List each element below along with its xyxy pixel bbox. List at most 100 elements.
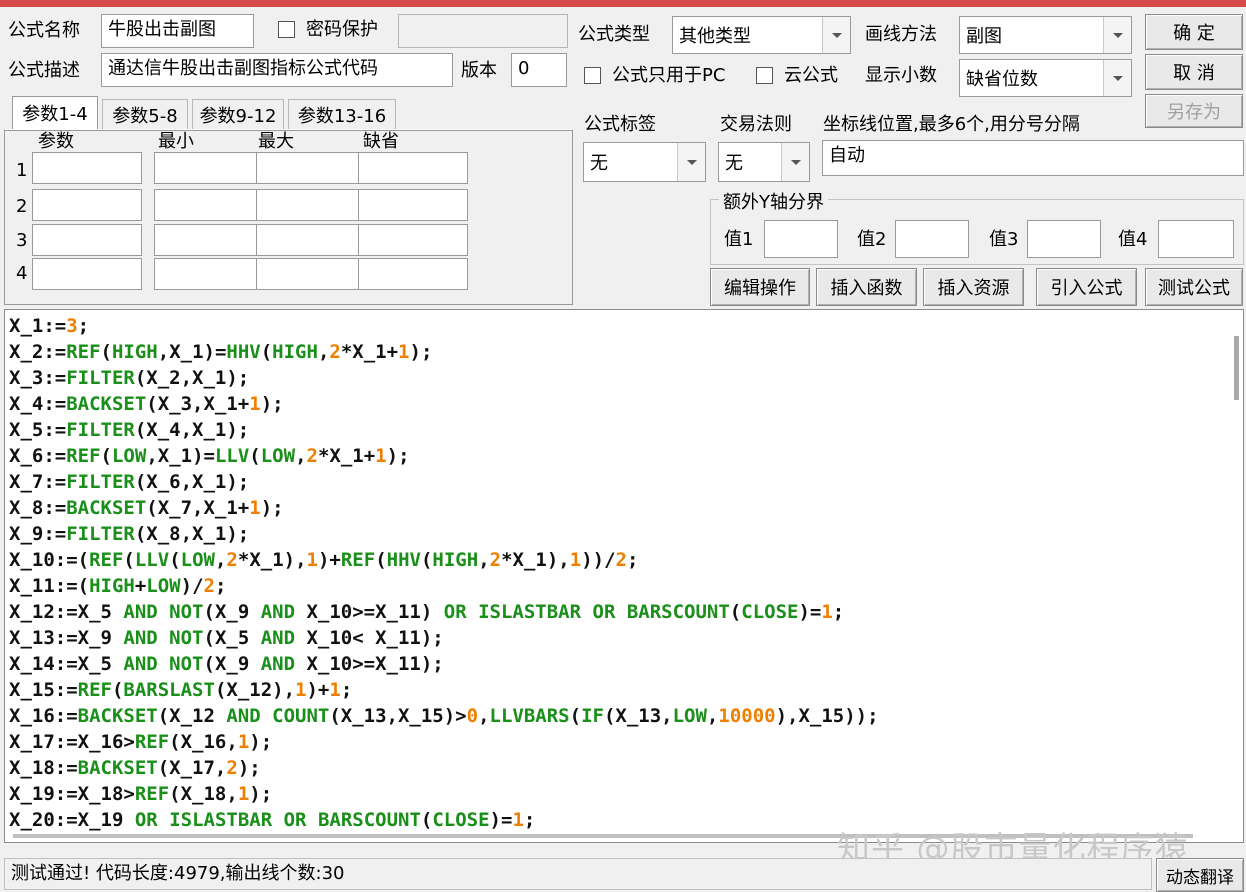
param-2-default[interactable]: [358, 189, 468, 221]
cloud-checkbox[interactable]: [756, 67, 773, 84]
axis-lines-input[interactable]: 自动: [822, 140, 1244, 176]
tab-params-5-8[interactable]: 参数5-8: [102, 99, 188, 129]
code-number: 2: [306, 445, 318, 467]
code-text: (: [375, 549, 387, 571]
password-checkbox[interactable]: [278, 21, 295, 38]
code-text: )+: [306, 679, 330, 701]
formula-tag-select[interactable]: 无: [583, 142, 706, 182]
chevron-down-icon[interactable]: [781, 143, 809, 181]
code-text: )+: [317, 549, 341, 571]
code-text: (: [100, 445, 112, 467]
code-text: ;: [626, 549, 639, 571]
axis-lines-label: 坐标线位置,最多6个,用分号分隔: [823, 114, 1080, 135]
tab-params-13-16[interactable]: 参数13-16: [288, 99, 396, 129]
code-text: X_2:=: [9, 341, 67, 363]
code-text: (X_18,: [169, 783, 238, 805]
formula-name-input[interactable]: 牛股出击副图: [101, 14, 254, 48]
y-value-1-input[interactable]: [764, 220, 838, 258]
tab-params-9-12[interactable]: 参数9-12: [192, 99, 284, 129]
edit-operations-button[interactable]: 编辑操作: [710, 268, 810, 306]
param-4-min[interactable]: [154, 258, 264, 290]
dynamic-translate-button[interactable]: 动态翻译: [1156, 858, 1244, 892]
code-line: X_9:=FILTER(X_8,X_1);: [9, 521, 879, 547]
chevron-down-icon[interactable]: [822, 17, 850, 53]
code-keyword: AND: [260, 653, 296, 675]
code-number: 1: [375, 445, 387, 467]
y-value-4-input[interactable]: [1158, 220, 1234, 258]
param-col-max: 最大: [258, 131, 294, 152]
y-value-3-input[interactable]: [1027, 220, 1101, 258]
param-2-name[interactable]: [32, 189, 142, 221]
param-row-3-label: 3: [16, 230, 28, 251]
param-1-name[interactable]: [32, 152, 142, 184]
code-content[interactable]: X_1:=3; X_2:=REF(HIGH,X_1)=HHV(HIGH,2*X_1…: [9, 313, 879, 833]
decimals-select[interactable]: 缺省位数: [959, 59, 1132, 97]
import-formula-button[interactable]: 引入公式: [1036, 268, 1137, 306]
code-keyword: AND: [260, 627, 296, 649]
code-number: 0: [466, 705, 479, 727]
code-line: X_14:=X_5 AND NOT(X_9 AND X_10>=X_11);: [9, 651, 879, 677]
param-3-max[interactable]: [256, 224, 366, 256]
param-2-min[interactable]: [154, 189, 264, 221]
param-3-name[interactable]: [32, 224, 142, 256]
code-text: X_14:=X_5: [9, 653, 124, 675]
extra-y-axis-title: 额外Y轴分界: [719, 188, 828, 214]
version-input[interactable]: 0: [511, 53, 567, 87]
code-text: ,: [317, 341, 330, 363]
draw-method-select[interactable]: 副图: [959, 16, 1132, 54]
param-3-default[interactable]: [358, 224, 468, 256]
save-as-button[interactable]: 另存为: [1145, 94, 1243, 128]
param-4-name[interactable]: [32, 258, 142, 290]
code-line: X_5:=FILTER(X_4,X_1);: [9, 417, 879, 443]
code-text: X_3:=: [9, 367, 67, 389]
tab-params-1-4[interactable]: 参数1-4: [12, 96, 98, 129]
code-text: (: [169, 549, 181, 571]
cloud-label: 云公式: [784, 65, 838, 86]
y-value-2-input[interactable]: [895, 220, 969, 258]
code-text: )/: [180, 575, 204, 597]
chevron-down-icon[interactable]: [1103, 17, 1131, 53]
vertical-scrollbar[interactable]: [1234, 336, 1239, 400]
chevron-down-icon[interactable]: [677, 143, 705, 181]
code-text: X_10>=X_11): [295, 601, 444, 623]
insert-resource-button[interactable]: 插入资源: [923, 268, 1024, 306]
code-keyword: OR: [592, 601, 616, 623]
param-2-max[interactable]: [256, 189, 366, 221]
param-1-max[interactable]: [256, 152, 366, 184]
code-keyword: OR: [443, 601, 467, 623]
confirm-button[interactable]: 确 定: [1145, 14, 1243, 50]
param-4-max[interactable]: [256, 258, 366, 290]
code-text: (X_8,X_1);: [134, 523, 250, 545]
y-value-4-label: 值4: [1118, 229, 1148, 250]
code-keyword: BARSCOUNT: [626, 601, 730, 623]
param-1-default[interactable]: [358, 152, 468, 184]
pc-only-checkbox[interactable]: [584, 67, 601, 84]
code-text: X_13:=X_9: [9, 627, 124, 649]
param-3-min[interactable]: [154, 224, 264, 256]
param-1-min[interactable]: [154, 152, 264, 184]
cancel-button[interactable]: 取 消: [1145, 54, 1243, 90]
code-number: 1: [237, 783, 250, 805]
code-keyword: FILTER: [66, 471, 135, 493]
param-4-default[interactable]: [358, 258, 468, 290]
formula-type-select[interactable]: 其他类型: [672, 16, 851, 54]
trade-rule-select[interactable]: 无: [718, 142, 810, 182]
pc-only-label: 公式只用于PC: [612, 65, 726, 86]
insert-function-button[interactable]: 插入函数: [816, 268, 917, 306]
code-text: X_18:=: [9, 757, 78, 779]
code-number: 1: [306, 549, 318, 571]
code-text: (X_13,X_15)>: [329, 705, 467, 727]
code-text: X_10< X_11);: [295, 627, 444, 649]
formula-name-label: 公式名称: [8, 20, 80, 41]
code-text: ;: [214, 575, 227, 597]
code-text: ))/: [581, 549, 616, 571]
test-formula-button[interactable]: 测试公式: [1145, 268, 1243, 306]
chevron-down-icon[interactable]: [1103, 60, 1131, 96]
code-keyword: REF: [134, 731, 170, 753]
version-label: 版本: [461, 60, 497, 81]
code-text: (X_7,X_1+: [146, 497, 250, 519]
code-number: 3: [66, 315, 78, 337]
code-keyword: HHV: [386, 549, 421, 571]
code-editor[interactable]: X_1:=3; X_2:=REF(HIGH,X_1)=HHV(HIGH,2*X_1…: [4, 309, 1244, 843]
formula-desc-input[interactable]: 通达信牛股出击副图指标公式代码: [101, 53, 453, 87]
